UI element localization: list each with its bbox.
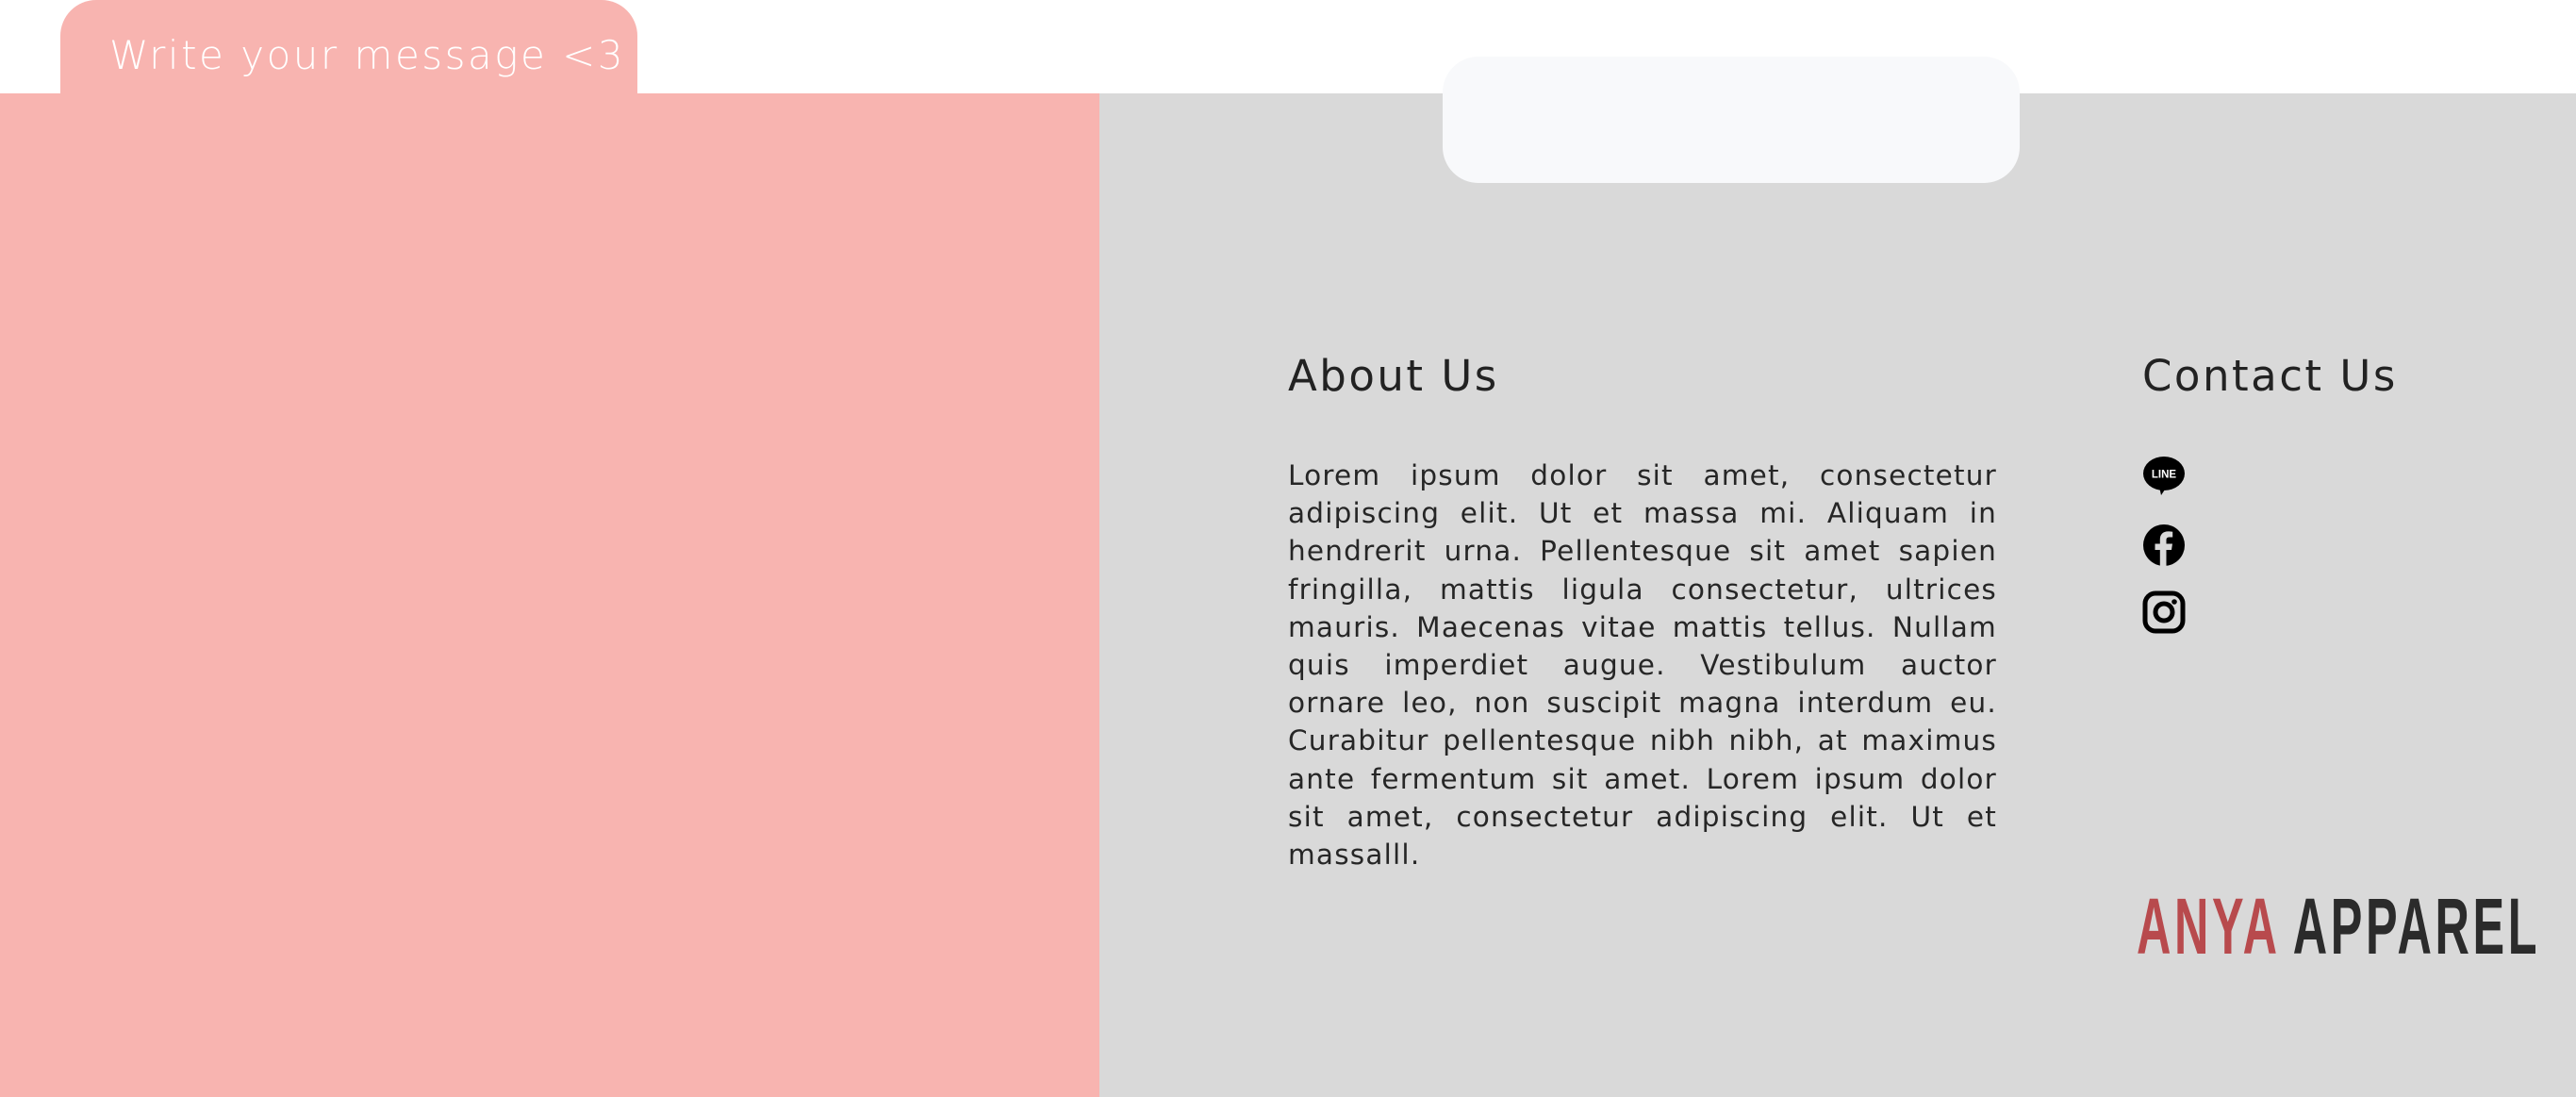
instagram-icon[interactable]	[2142, 590, 2186, 634]
message-panel[interactable]	[0, 93, 1099, 1097]
about-us-text: Lorem ipsum dolor sit amet, consectetur …	[1288, 459, 1997, 872]
brand-logo: ANYA APPAREL	[2137, 887, 2540, 966]
line-icon[interactable]: LINE	[2142, 455, 2186, 498]
facebook-icon[interactable]	[2142, 524, 2186, 567]
floating-card	[1443, 57, 2020, 183]
brand-logo-second: APPAREL	[2292, 882, 2541, 971]
svg-text:LINE: LINE	[2152, 470, 2177, 481]
about-us-heading: About Us	[1288, 351, 1499, 401]
contact-us-heading: Contact Us	[2142, 351, 2398, 401]
brand-logo-first: ANYA	[2137, 882, 2281, 971]
message-tab-label: Write your message <3	[109, 32, 626, 78]
